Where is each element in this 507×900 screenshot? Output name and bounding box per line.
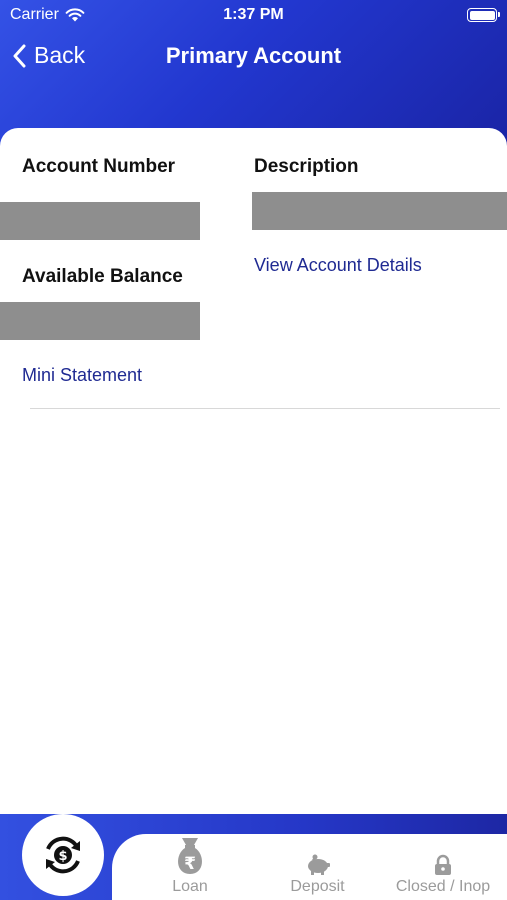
tab-closed-inop-label: Closed / Inop [395, 878, 491, 895]
account-number-label: Account Number [22, 156, 176, 177]
description-label: Description [254, 156, 359, 177]
tab-deposit[interactable]: Deposit [275, 836, 360, 896]
description-redacted [252, 192, 507, 230]
lock-icon [435, 854, 451, 875]
bottom-tab-bar: $ ₹ Loan Deposit Closed / Inop [0, 814, 507, 900]
tab-loan[interactable]: ₹ Loan [150, 836, 230, 896]
svg-text:$: $ [58, 849, 67, 864]
svg-text:₹: ₹ [184, 854, 196, 874]
account-card: Account Number Description View Account … [0, 128, 507, 828]
home-tab-button[interactable]: $ [22, 814, 104, 896]
navigation-bar: Back Primary Account [0, 38, 507, 78]
view-account-details-link[interactable]: View Account Details [254, 255, 422, 276]
page-title: Primary Account [165, 43, 342, 68]
divider [30, 408, 500, 409]
tab-closed-inop[interactable]: Closed / Inop [390, 836, 496, 896]
available-balance-label: Available Balance [22, 266, 183, 287]
available-balance-redacted [0, 302, 200, 340]
battery-icon [467, 8, 500, 22]
piggy-bank-icon [307, 854, 330, 875]
status-time: 1:37 PM [223, 6, 284, 23]
rupee-bag-icon: ₹ [178, 838, 202, 874]
tab-deposit-label: Deposit [290, 878, 345, 895]
currency-exchange-icon: $ [46, 836, 80, 874]
tab-loan-label: Loan [172, 878, 208, 895]
mini-statement-link[interactable]: Mini Statement [22, 365, 142, 386]
status-bar: Carrier 1:37 PM [0, 0, 507, 32]
account-number-redacted [0, 202, 200, 240]
